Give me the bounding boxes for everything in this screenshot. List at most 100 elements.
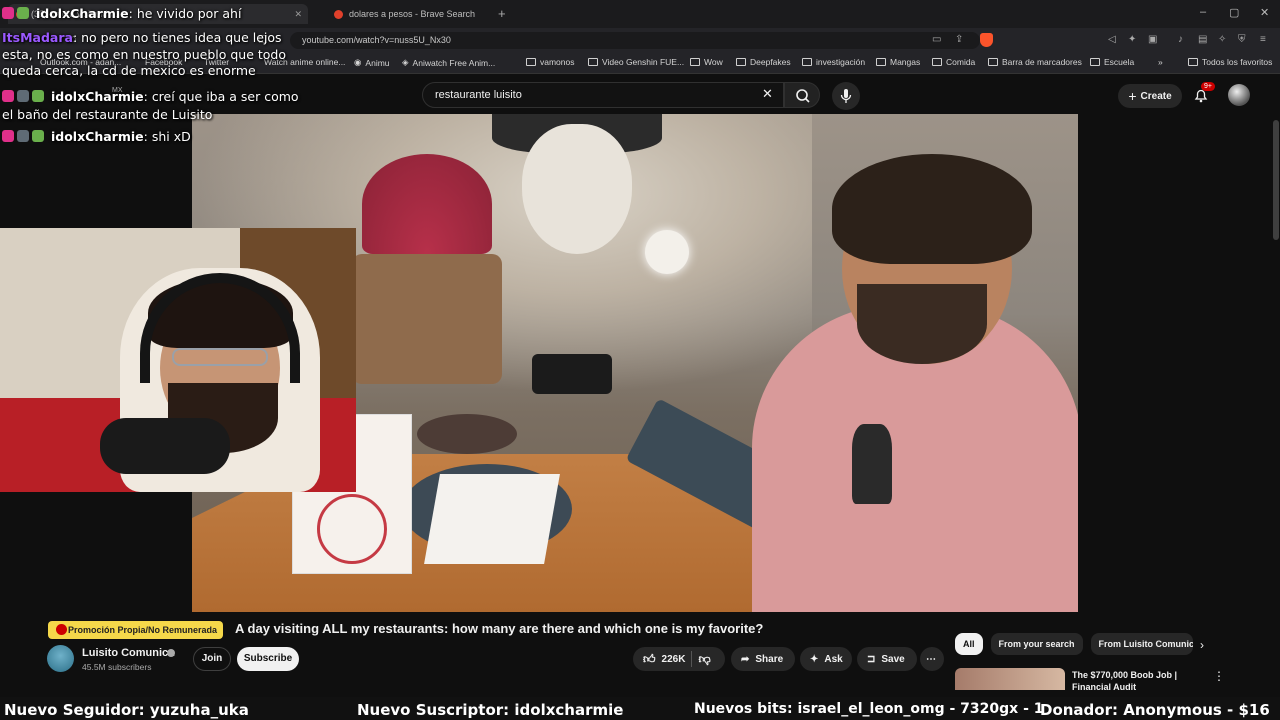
bookmark-item[interactable]: ◈ Aniwatch Free Anim...	[402, 57, 495, 68]
subscribe-button[interactable]: Subscribe	[237, 647, 299, 671]
bits-badge-icon	[32, 90, 44, 102]
bookmark-folder[interactable]: Comida	[932, 57, 975, 67]
channel-avatar[interactable]	[47, 645, 74, 672]
chip-all[interactable]: All	[955, 633, 983, 655]
chat-message: idolxCharmie: he vivido por ahí	[2, 6, 241, 21]
bookmark-folder[interactable]: Wow	[690, 57, 723, 67]
ticker-donor: Donador: Anonymous - $16	[1040, 701, 1270, 719]
recommendation-thumbnail[interactable]	[955, 668, 1065, 690]
globe-icon: ◉	[354, 57, 362, 67]
like-count[interactable]: 226K	[662, 654, 686, 665]
bookmark-item[interactable]: ◉ Animu	[354, 57, 390, 68]
account-avatar[interactable]	[1228, 84, 1250, 106]
folder-icon	[588, 58, 598, 66]
clear-search-icon[interactable]: ✕	[762, 86, 773, 102]
new-tab-icon[interactable]: +	[498, 6, 506, 21]
secondary-column	[1078, 114, 1272, 612]
gift-badge-icon	[17, 130, 29, 142]
menu-icon[interactable]: ≡	[1260, 34, 1266, 45]
bookmark-folder[interactable]: Deepfakes	[736, 57, 791, 67]
more-actions-button[interactable]: ⋯	[920, 647, 944, 671]
streamer-webcam	[0, 228, 356, 492]
share-page-icon[interactable]: ⇪	[955, 34, 963, 45]
bookmark-folder[interactable]: Escuela	[1090, 57, 1134, 67]
bookmark-folder[interactable]: Video Genshin FUE...	[588, 57, 684, 67]
promotion-badge: Promoción Propia/No Remunerada	[48, 621, 224, 639]
recommendation-title[interactable]: The $770,000 Boob Job | Financial Audit	[1072, 669, 1192, 691]
table-lamp	[532, 354, 612, 394]
create-button[interactable]: + Create	[1118, 84, 1182, 108]
host-beard	[857, 284, 987, 364]
url-field[interactable]: youtube.com/watch?v=nuss5U_Nx30	[290, 32, 980, 49]
search-input[interactable]: restaurante luisito	[422, 82, 784, 108]
bookmark-folder[interactable]: Todos los favoritos	[1188, 57, 1272, 67]
tab-label: dolares a pesos - Brave Search	[349, 9, 476, 19]
share-arrow-icon: ➦	[741, 653, 750, 665]
gift-badge-icon	[17, 90, 29, 102]
subscriber-count: 45.5M subscribers	[82, 662, 152, 672]
aniwatch-icon: ◈	[402, 57, 409, 67]
mural-basket	[352, 254, 502, 384]
chip-from-channel[interactable]: From Luisito Comunica	[1090, 633, 1193, 655]
wallet-icon[interactable]: ▤	[1198, 34, 1207, 45]
music-icon[interactable]: ♪	[1178, 34, 1183, 45]
join-button[interactable]: Join	[193, 647, 231, 671]
folder-icon	[1188, 58, 1198, 66]
heart-shield-icon	[56, 624, 67, 635]
search-icon	[796, 89, 810, 103]
more-vertical-icon[interactable]: ⋮	[1213, 669, 1225, 683]
folder-icon	[802, 58, 812, 66]
verified-icon	[167, 649, 175, 657]
mural-geisha-face	[522, 124, 632, 254]
leo-icon[interactable]: ✧	[1218, 34, 1226, 45]
scrollbar-thumb[interactable]	[1273, 120, 1279, 240]
extensions-icon[interactable]: ✦	[1128, 34, 1136, 45]
channel-name[interactable]: Luisito Comunica	[82, 647, 174, 659]
bookmark-icon: ⊐	[867, 653, 876, 665]
share-button[interactable]: ➦ Share	[731, 647, 795, 671]
bookmark-folder[interactable]: vamonos	[526, 57, 575, 67]
thumbs-down-icon[interactable]: 👎︎	[698, 652, 710, 667]
bits-badge-icon	[17, 7, 29, 19]
bits-badge-icon	[32, 130, 44, 142]
bookmark-folder[interactable]: investigación	[802, 57, 865, 67]
subscriber-badge-icon	[2, 90, 14, 102]
sidebar-icon[interactable]: ▣	[1148, 34, 1157, 45]
bookmark-folder[interactable]: Mangas	[876, 57, 920, 67]
thumbs-up-icon[interactable]: 👍︎	[643, 652, 656, 667]
brave-favicon-icon	[334, 9, 343, 19]
voice-search-button[interactable]	[832, 82, 860, 110]
folder-icon	[1090, 58, 1100, 66]
more-horizontal-icon: ⋯	[926, 653, 936, 665]
close-window-icon[interactable]: ✕	[1260, 6, 1269, 19]
video-title: A day visiting ALL my restaurants: how m…	[235, 621, 764, 636]
subscriber-badge-icon	[2, 7, 14, 19]
vpn-icon[interactable]: ⛨	[1238, 34, 1246, 45]
mural-fan	[362, 154, 492, 254]
search-button[interactable]	[784, 82, 820, 108]
like-dislike-group: 👍︎ 226K 👎︎	[633, 647, 725, 671]
maximize-icon[interactable]: ▢	[1229, 6, 1239, 19]
ask-button[interactable]: ✦ Ask	[800, 647, 852, 671]
brave-shields-icon[interactable]	[980, 33, 993, 47]
more-bookmarks-icon[interactable]: »	[1158, 57, 1163, 67]
divider	[691, 651, 693, 667]
rewards-icon[interactable]: ◁	[1108, 34, 1116, 45]
chevron-right-icon[interactable]: ›	[1200, 638, 1204, 652]
folder-icon	[736, 58, 746, 66]
ticker-follower: Nuevo Seguidor: yuzuha_uka	[4, 701, 249, 719]
close-tab-icon[interactable]: ✕	[294, 9, 302, 20]
minimize-icon[interactable]: –	[1200, 6, 1206, 18]
chip-from-search[interactable]: From your search	[990, 633, 1083, 655]
chat-message: idolxCharmie: shi xD	[2, 129, 191, 144]
chat-message: ItsMadara: no pero no tienes idea que le…	[2, 30, 286, 78]
save-button[interactable]: ⊐ Save	[857, 647, 917, 671]
folder-icon	[876, 58, 886, 66]
meat-plate	[417, 414, 517, 454]
notification-count-badge: 9+	[1201, 82, 1215, 91]
tab-brave-search[interactable]: dolares a pesos - Brave Search	[334, 4, 494, 24]
folder-icon	[526, 58, 536, 66]
bookmark-folder[interactable]: Barra de marcadores	[988, 57, 1082, 67]
napkin	[424, 474, 560, 564]
cast-icon[interactable]: ▭	[932, 34, 941, 45]
